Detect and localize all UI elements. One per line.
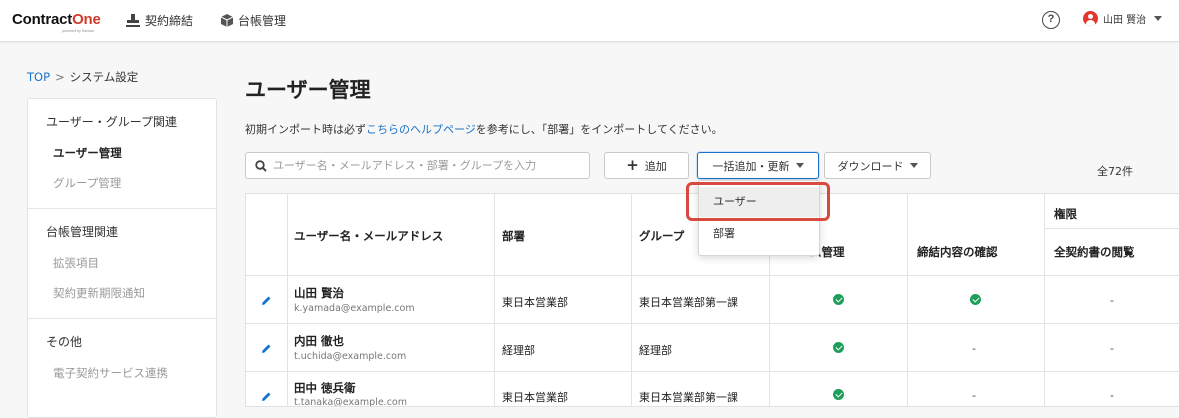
stamp-icon bbox=[126, 14, 140, 27]
pencil-icon[interactable] bbox=[261, 343, 272, 354]
pencil-icon[interactable] bbox=[261, 391, 272, 402]
nav-contract-signing[interactable]: 契約締結 bbox=[126, 12, 193, 29]
user-name: 山田 賢治 bbox=[1103, 15, 1147, 26]
user-name: 田中 徳兵衛 bbox=[294, 381, 356, 395]
bulk-button-label: 一括追加・更新 bbox=[712, 159, 790, 173]
view-all-value: - bbox=[1110, 294, 1114, 307]
top-bar: ContractOne powered by Sansan 契約締結 台帳管理 … bbox=[0, 0, 1179, 42]
settings-sidebar: ユーザー・グループ関連 ユーザー管理 グループ管理 台帳管理関連 拡張項目 契約… bbox=[27, 98, 217, 418]
user-group: 経理部 bbox=[639, 344, 672, 357]
sidebar-item-user-management[interactable]: ユーザー管理 bbox=[28, 138, 216, 168]
nav-ledger-management-label: 台帳管理 bbox=[238, 14, 287, 28]
bulk-add-update-button[interactable]: 一括追加・更新 bbox=[697, 152, 819, 179]
sidebar-item-extension-fields[interactable]: 拡張項目 bbox=[28, 248, 216, 278]
box-icon bbox=[221, 14, 233, 27]
help-page-link[interactable]: こちらのヘルプページ bbox=[366, 123, 476, 136]
user-group: 東日本営業部第一課 bbox=[639, 296, 738, 309]
header-view-all-contracts: 全契約書の閲覧 bbox=[1054, 245, 1135, 259]
column-divider bbox=[1044, 194, 1045, 406]
download-button-label: ダウンロード bbox=[837, 159, 904, 173]
sidebar-item-esign-integration[interactable]: 電子契約サービス連携 bbox=[28, 358, 216, 388]
sidebar-section-user-group: ユーザー・グループ関連 ユーザー管理 グループ管理 bbox=[28, 99, 216, 209]
user-department: 東日本営業部 bbox=[502, 296, 568, 309]
column-divider bbox=[287, 194, 288, 406]
check-icon bbox=[833, 294, 844, 305]
pencil-icon[interactable] bbox=[261, 295, 272, 306]
view-all-value: - bbox=[1110, 342, 1114, 355]
check-icon bbox=[970, 294, 981, 305]
search-box[interactable] bbox=[245, 152, 590, 179]
user-department: 東日本営業部 bbox=[502, 391, 568, 404]
header-signing-confirmation: 締結内容の確認 bbox=[917, 245, 998, 259]
check-icon bbox=[833, 389, 844, 400]
check-icon bbox=[833, 342, 844, 353]
user-menu[interactable]: 山田 賢治 bbox=[1083, 11, 1163, 26]
row-divider bbox=[246, 371, 1179, 372]
search-input[interactable] bbox=[273, 159, 573, 172]
search-icon bbox=[255, 159, 267, 172]
column-divider bbox=[631, 194, 632, 406]
user-email: k.yamada@example.com bbox=[294, 303, 415, 314]
nav-ledger-management[interactable]: 台帳管理 bbox=[221, 12, 286, 29]
add-button-label: 追加 bbox=[644, 159, 667, 173]
total-count: 全72件 bbox=[1097, 165, 1133, 178]
help-icon[interactable]: ? bbox=[1042, 11, 1060, 29]
user-name: 山田 賢治 bbox=[294, 286, 345, 300]
column-divider bbox=[494, 194, 495, 406]
sidebar-heading: 台帳管理関連 bbox=[46, 225, 119, 239]
avatar-icon bbox=[1083, 11, 1098, 26]
dropdown-item-department[interactable]: 部署 bbox=[699, 219, 819, 249]
header-sub-divider bbox=[1044, 228, 1179, 229]
header-name-email: ユーザー名・メールアドレス bbox=[294, 229, 444, 243]
sidebar-item-renewal-notice[interactable]: 契約更新期限通知 bbox=[28, 278, 216, 308]
page-title: ユーザー管理 bbox=[245, 78, 371, 102]
breadcrumb-top-link[interactable]: TOP bbox=[27, 70, 50, 84]
user-department: 経理部 bbox=[502, 344, 535, 357]
highlight-annotation bbox=[686, 182, 830, 221]
nav-contract-signing-label: 契約締結 bbox=[145, 14, 194, 28]
chevron-down-icon bbox=[909, 163, 918, 168]
breadcrumb-separator: > bbox=[55, 70, 65, 84]
sidebar-section-ledger: 台帳管理関連 拡張項目 契約更新期限通知 bbox=[28, 209, 216, 319]
confirm-value: - bbox=[972, 389, 976, 402]
import-notice: 初期インポート時は必ずこちらのヘルプページを参考にし、「部署」をインポートしてく… bbox=[245, 121, 723, 137]
download-button[interactable]: ダウンロード bbox=[824, 152, 931, 179]
plus-icon: + bbox=[626, 156, 639, 174]
notice-text-post: を参考にし、「部署」をインポートしてください。 bbox=[475, 123, 723, 136]
header-permissions: 権限 bbox=[1054, 207, 1077, 221]
user-email: t.uchida@example.com bbox=[294, 351, 407, 362]
user-name: 内田 徹也 bbox=[294, 334, 345, 348]
user-email: t.tanaka@example.com bbox=[294, 397, 407, 407]
sidebar-item-group-management[interactable]: グループ管理 bbox=[28, 168, 216, 198]
sidebar-heading: ユーザー・グループ関連 bbox=[46, 115, 178, 129]
header-department: 部署 bbox=[502, 229, 525, 243]
column-divider bbox=[907, 194, 908, 406]
header-group: グループ bbox=[639, 229, 685, 243]
row-divider bbox=[246, 323, 1179, 324]
confirm-value: - bbox=[972, 342, 976, 355]
breadcrumb: TOP > システム設定 bbox=[27, 69, 138, 85]
sidebar-heading: その他 bbox=[46, 335, 83, 349]
chevron-down-icon bbox=[1154, 16, 1163, 21]
add-user-button[interactable]: + 追加 bbox=[604, 152, 689, 179]
sidebar-section-other: その他 電子契約サービス連携 bbox=[28, 319, 216, 398]
breadcrumb-current: システム設定 bbox=[69, 70, 139, 84]
user-group: 東日本営業部第一課 bbox=[639, 391, 738, 404]
view-all-value: - bbox=[1110, 389, 1114, 402]
chevron-down-icon bbox=[795, 163, 804, 168]
notice-text-pre: 初期インポート時は必ず bbox=[245, 123, 366, 136]
header-divider bbox=[246, 275, 1179, 276]
app-logo[interactable]: ContractOne powered by Sansan bbox=[12, 11, 101, 33]
